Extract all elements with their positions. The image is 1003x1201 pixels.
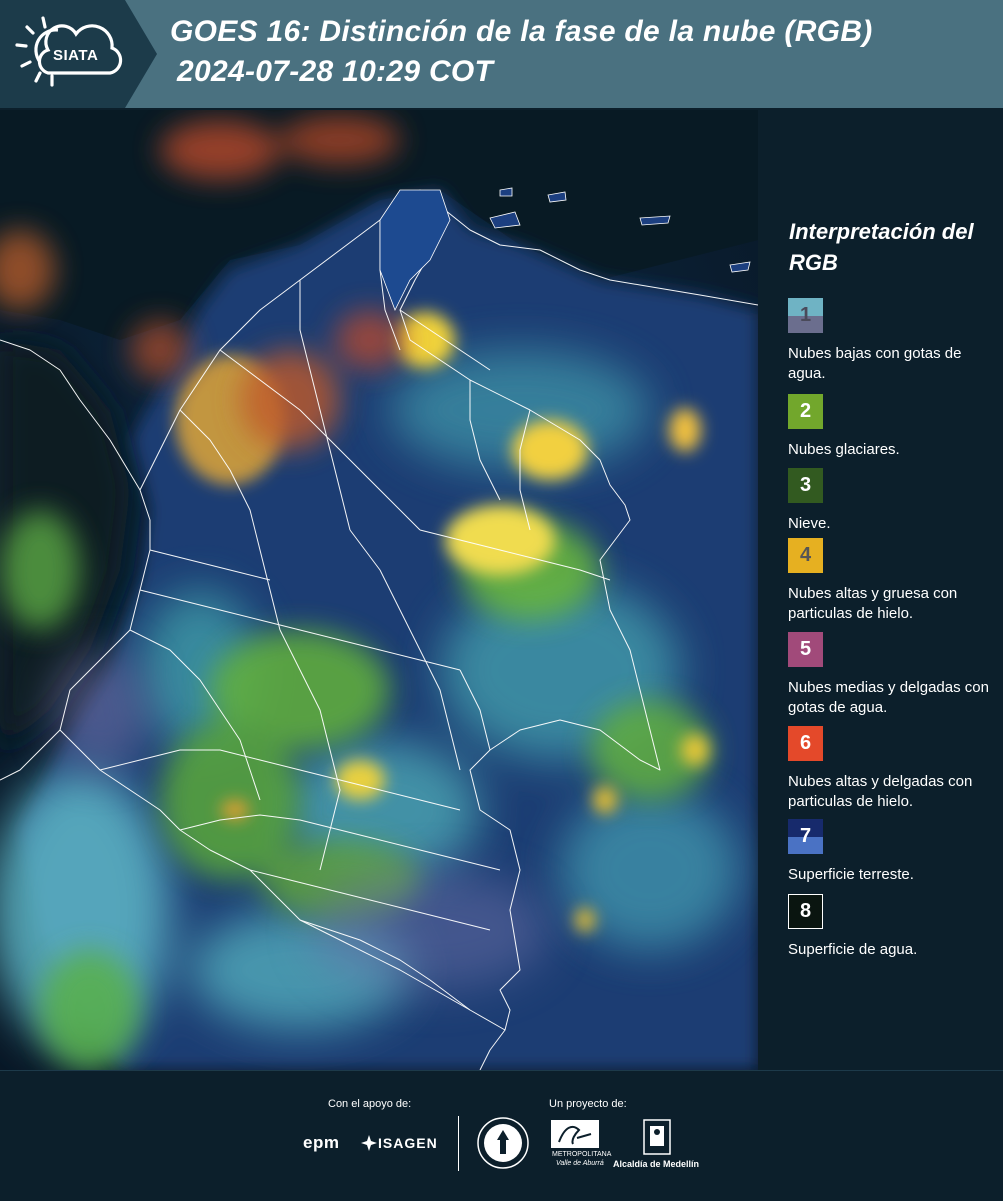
- legend-item-1: 1 Nubes bajas con gotas de agua.: [788, 298, 993, 384]
- legend-swatch-1: 1: [788, 298, 823, 333]
- legend-label-4: Nubes altas y gruesa con particulas de h…: [788, 585, 958, 622]
- legend-swatch-3: 3: [788, 468, 823, 503]
- legend-label-3: Nieve.: [788, 515, 831, 532]
- legend-swatch-4: 4: [788, 538, 823, 573]
- legend-number-6: 6: [799, 732, 812, 754]
- legend-number-7: 7: [799, 825, 812, 847]
- legend-number-8: 8: [799, 900, 812, 922]
- legend-number-2: 2: [799, 400, 812, 422]
- legend-swatch-5: 5: [788, 632, 823, 667]
- area-metropolitana-logo[interactable]: [551, 1120, 599, 1148]
- partner1-line2: Valle de Aburrá: [556, 1160, 604, 1167]
- legend-item-3: 3 Nieve.: [788, 468, 993, 534]
- page-timestamp: 2024-07-28 10:29 COT: [177, 55, 494, 88]
- legend-item-4: 4 Nubes altas y gruesa con particulas de…: [788, 538, 993, 624]
- legend-label-8: Superficie de agua.: [788, 941, 918, 958]
- partner1-line1: METROPOLITANA: [552, 1151, 612, 1158]
- legend-item-8: 8 Superficie de agua.: [788, 894, 993, 960]
- legend-panel: Interpretación del RGB 1 Nubes bajas con…: [760, 110, 1003, 1070]
- epm-logo[interactable]: epm: [303, 1133, 339, 1153]
- isagen-logo[interactable]: ISAGEN: [378, 1135, 438, 1151]
- isagen-icon: [361, 1135, 377, 1151]
- legend-swatch-2: 2: [788, 394, 823, 429]
- legend-item-5: 5 Nubes medias y delgadas con gotas de a…: [788, 632, 993, 718]
- legend-swatch-8: 8: [788, 894, 823, 929]
- satellite-map[interactable]: [0, 110, 758, 1070]
- legend-title: Interpretación del RGB: [789, 219, 974, 275]
- legend-label-2: Nubes glaciares.: [788, 441, 900, 458]
- header: SIATA GOES 16: Distinción de la fase de …: [0, 0, 1003, 108]
- legend-number-4: 4: [799, 544, 812, 566]
- siata-logo[interactable]: SIATA: [0, 0, 157, 108]
- support-label: Con el apoyo de:: [328, 1098, 412, 1110]
- legend-item-2: 2 Nubes glaciares.: [788, 394, 993, 460]
- legend-label-6: Nubes altas y delgadas con particulas de…: [788, 773, 973, 810]
- legend-swatch-6: 6: [788, 726, 823, 761]
- medellin-logo[interactable]: Alcaldía de Medellín: [613, 1159, 699, 1169]
- medellin-shield-icon: [643, 1119, 671, 1155]
- legend-swatch-7: 7: [788, 819, 823, 854]
- legend-item-6: 6 Nubes altas y delgadas con particulas …: [788, 726, 993, 812]
- footer-divider: [458, 1116, 459, 1171]
- logo-text: SIATA: [53, 47, 99, 64]
- seal-logo[interactable]: [476, 1116, 530, 1170]
- satellite-image: [0, 110, 758, 1070]
- project-label: Un proyecto de:: [549, 1098, 627, 1110]
- footer: Con el apoyo de: Un proyecto de: epm ISA…: [0, 1070, 1003, 1201]
- legend-number-1: 1: [799, 304, 812, 326]
- legend-label-5: Nubes medias y delgadas con gotas de agu…: [788, 679, 989, 716]
- legend-number-5: 5: [799, 638, 812, 660]
- legend-label-7: Superficie terreste.: [788, 866, 914, 883]
- legend-item-7: 7 Superficie terreste.: [788, 819, 993, 885]
- legend-label-1: Nubes bajas con gotas de agua.: [788, 345, 962, 382]
- page-title: GOES 16: Distinción de la fase de la nub…: [170, 15, 873, 48]
- legend-number-3: 3: [799, 474, 812, 496]
